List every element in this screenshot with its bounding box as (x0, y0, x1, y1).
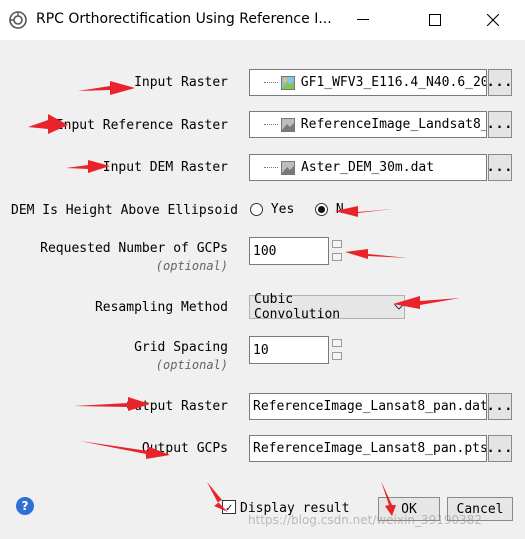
annotation-arrow (335, 206, 393, 217)
annotation-arrow (207, 482, 228, 512)
annotation-arrow (393, 296, 460, 309)
annotation-arrow (74, 397, 150, 411)
annotation-arrow (78, 81, 135, 95)
annotation-arrow (66, 160, 110, 173)
annotation-arrow (381, 481, 396, 516)
annotation-arrow (345, 249, 408, 259)
annotation-arrow (80, 441, 170, 459)
annotation-arrow (28, 114, 68, 134)
annotation-arrows (28, 81, 460, 516)
